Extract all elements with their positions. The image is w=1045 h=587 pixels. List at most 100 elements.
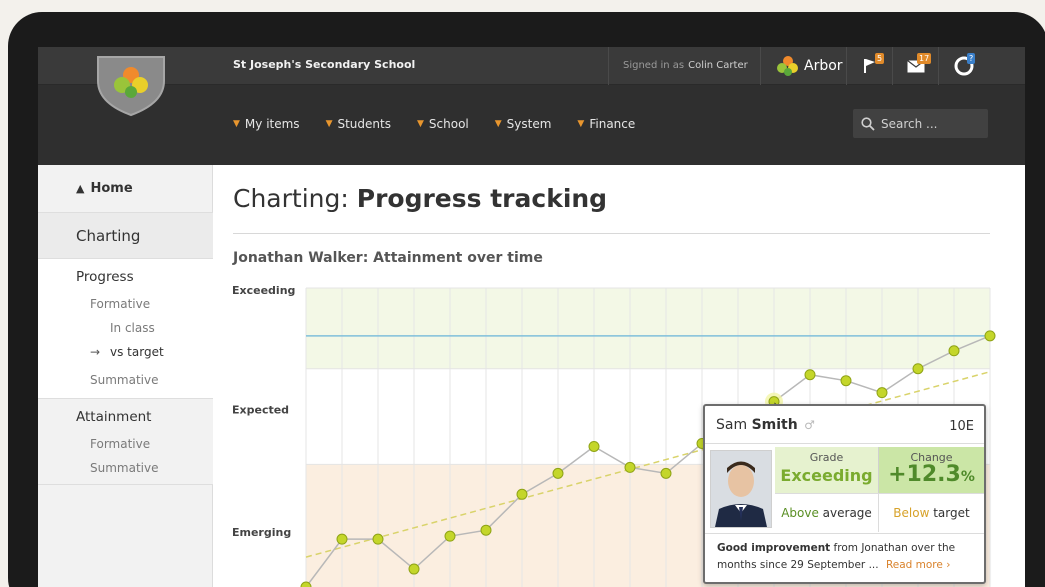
student-first-name: Sam (716, 417, 748, 433)
sidebar-section-charting[interactable]: Charting (38, 213, 213, 259)
user-name[interactable]: Colin Carter (688, 60, 748, 71)
home-icon: ▲ (76, 182, 85, 195)
sidebar-item-vs-target[interactable]: → vs target (90, 345, 164, 359)
sidebar-home-label: Home (90, 181, 133, 196)
change-unit: % (960, 469, 975, 485)
menu-school[interactable]: ▼ School (417, 117, 469, 131)
sidebar-item-formative[interactable]: Formative (90, 297, 150, 311)
menu-dot-icon: ▼ (233, 119, 240, 129)
sidebar: ▲ Home Charting Progress Formative In cl… (38, 165, 213, 587)
school-crest-logo[interactable] (96, 55, 166, 121)
data-point (624, 461, 636, 473)
student-popup-card: Sam Smith ♂ 10E Grade Exceeding Change +… (703, 404, 986, 584)
student-class: 10E (949, 419, 974, 434)
grade-cell: Grade Exceeding (775, 447, 879, 493)
sidebar-item-progress[interactable]: Progress (76, 269, 134, 285)
sidebar-item-in-class[interactable]: In class (110, 321, 155, 335)
sidebar-item-label: vs target (110, 345, 164, 359)
band-exceeding (306, 288, 990, 369)
chart-title: Jonathan Walker: Attainment over time (233, 250, 543, 266)
grade-label: Grade (809, 451, 844, 464)
data-point (444, 530, 456, 542)
average-emphasis: Above (781, 506, 819, 520)
menu-finance[interactable]: ▼ Finance (577, 117, 635, 131)
arbor-logo-link[interactable]: Arbor (760, 47, 846, 85)
menu-label: Finance (589, 117, 636, 131)
menu-dot-icon: ▼ (325, 119, 333, 129)
sidebar-item-attainment-summative[interactable]: Summative (90, 461, 158, 475)
help-badge: ? (967, 53, 976, 64)
menu-dot-icon: ▼ (494, 119, 502, 129)
data-point (840, 375, 852, 387)
data-point (588, 440, 600, 452)
messages-badge: 17 (917, 53, 932, 64)
average-rest: average (822, 506, 872, 520)
popup-summary: Good improvement from Jonathan over the … (717, 540, 977, 574)
main-menu: ▼ My items ▼ Students ▼ School ▼ System ▼ Fin… (233, 117, 661, 131)
help-button[interactable]: ? (938, 47, 988, 85)
student-last-name: Smith (751, 417, 798, 433)
search-box[interactable] (853, 109, 988, 138)
y-axis-label: Expected (232, 404, 289, 417)
page-title: Charting: Progress tracking (233, 184, 607, 213)
data-point (408, 563, 420, 575)
school-name: St Joseph's Secondary School (233, 58, 416, 71)
data-point (948, 345, 960, 357)
data-point (912, 363, 924, 375)
student-name[interactable]: Sam Smith ♂ (716, 417, 815, 433)
data-point (876, 387, 888, 399)
read-more-link[interactable]: Read more › (886, 559, 950, 571)
data-point (660, 467, 672, 479)
messages-button[interactable]: 17 (892, 47, 938, 85)
signed-in-label: Signed in as (623, 60, 685, 71)
data-point (336, 533, 348, 545)
menu-label: My items (244, 117, 300, 131)
menu-my-items[interactable]: ▼ My items (233, 117, 300, 131)
summary-divider (705, 533, 984, 534)
sidebar-progress-panel: Progress Formative In class → vs target S… (38, 259, 213, 399)
menu-label: School (428, 117, 469, 131)
data-point (480, 524, 492, 536)
data-point (372, 533, 384, 545)
arbor-logo-icon (777, 56, 798, 76)
target-comparison: Below target (879, 494, 984, 532)
search-input[interactable] (881, 116, 981, 131)
sidebar-item-attainment[interactable]: Attainment (76, 409, 151, 425)
menu-label: System (506, 117, 552, 131)
student-avatar-icon (711, 451, 771, 527)
search-icon (861, 116, 875, 131)
popup-header: Sam Smith ♂ 10E (705, 406, 984, 444)
page-title-prefix: Charting: (233, 184, 349, 213)
sidebar-attainment-panel: Attainment Formative Summative (38, 399, 213, 485)
arrow-right-icon: → (90, 345, 101, 359)
change-cell: Change +12.3% (879, 447, 984, 493)
menu-label: Students (337, 117, 391, 131)
app-screen: St Joseph's Secondary School Signed in a… (38, 47, 1025, 587)
menu-system[interactable]: ▼ System (495, 117, 552, 131)
menu-dot-icon: ▼ (577, 119, 585, 129)
flags-button[interactable]: 5 (846, 47, 892, 85)
grade-value: Exceeding (780, 466, 873, 485)
signed-in-info: Signed in as Colin Carter (608, 47, 748, 85)
data-point (552, 467, 564, 479)
sidebar-item-summative[interactable]: Summative (90, 373, 158, 387)
male-icon: ♂ (804, 418, 815, 432)
average-comparison: Above average (775, 494, 879, 532)
title-divider (233, 233, 990, 234)
summary-bold: Good improvement (717, 542, 831, 554)
data-point (804, 369, 816, 381)
data-point (516, 488, 528, 500)
sidebar-home[interactable]: ▲ Home (38, 165, 213, 213)
sidebar-item-attainment-formative[interactable]: Formative (90, 437, 150, 451)
student-photo (710, 450, 772, 528)
menu-students[interactable]: ▼ Students (326, 117, 391, 131)
y-axis-label: Emerging (232, 526, 291, 539)
change-number: +12.3 (888, 462, 961, 487)
arbor-brand: Arbor (804, 58, 843, 74)
y-axis-label: Exceeding (232, 284, 295, 297)
menu-dot-icon: ▼ (416, 119, 424, 129)
shield-icon (97, 56, 165, 117)
target-emphasis: Below (893, 506, 930, 520)
change-value: +12.3% (879, 462, 984, 487)
page-title-main: Progress tracking (356, 184, 608, 213)
